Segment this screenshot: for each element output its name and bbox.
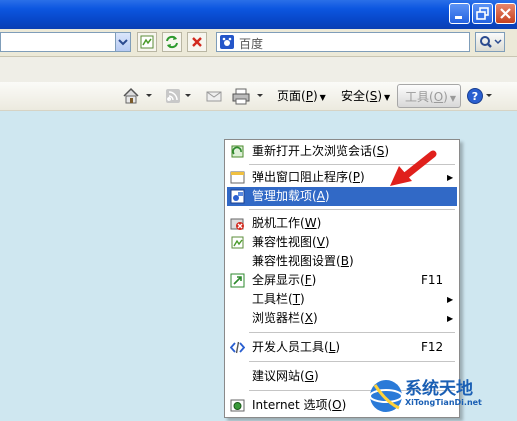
stop-icon bbox=[192, 37, 202, 47]
menu-separator bbox=[249, 332, 455, 333]
menu-item-accesskey: O bbox=[332, 398, 342, 412]
menu-item-accesskey: X bbox=[304, 311, 313, 325]
menu-item-accesskey: L bbox=[328, 340, 336, 354]
menu-item-label: 管理加载项 bbox=[252, 189, 313, 203]
submenu-arrow-icon: ▶ bbox=[447, 173, 454, 182]
printer-icon bbox=[232, 88, 263, 105]
search-input[interactable]: 百度 bbox=[216, 32, 470, 52]
chevron-down-icon: ▼ bbox=[449, 94, 456, 103]
submenu-arrow-icon: ▶ bbox=[447, 314, 454, 323]
menu-item-developer-tools[interactable]: 开发人员工具(L) F12 bbox=[227, 338, 457, 357]
menu-item-shortcut: F11 bbox=[421, 273, 444, 287]
stop-button[interactable] bbox=[187, 32, 207, 52]
close-icon bbox=[500, 8, 511, 19]
menu-item-accesskey: W bbox=[304, 216, 317, 230]
minimize-icon bbox=[455, 16, 462, 19]
globe-logo-icon bbox=[369, 380, 403, 412]
safety-menu-label: 安全 bbox=[341, 89, 366, 103]
submenu-arrow-icon: ▶ bbox=[447, 295, 454, 304]
watermark-title: 系统天地 bbox=[405, 379, 473, 399]
restore-button[interactable] bbox=[472, 3, 493, 24]
fullscreen-icon bbox=[230, 273, 245, 288]
minimize-button[interactable] bbox=[449, 3, 470, 24]
menu-item-label: 工具栏 bbox=[252, 292, 289, 306]
menu-separator bbox=[249, 361, 455, 362]
menu-item-fullscreen[interactable]: 全屏显示(F) F11 bbox=[227, 271, 457, 290]
menu-item-label: 兼容性视图 bbox=[252, 235, 313, 249]
chevron-down-icon: ▼ bbox=[384, 93, 391, 102]
close-button[interactable] bbox=[495, 3, 516, 24]
menu-item-compat-view-settings[interactable]: 兼容性视图设置(B) bbox=[227, 252, 457, 271]
address-dropdown-button[interactable] bbox=[115, 32, 131, 52]
menu-separator bbox=[249, 209, 455, 210]
menu-item-label: 重新打开上次浏览会话 bbox=[252, 144, 373, 158]
menu-item-toolbars[interactable]: 工具栏(T) ▶ bbox=[227, 290, 457, 309]
annotation-arrow-icon bbox=[390, 150, 437, 186]
chevron-down-icon bbox=[118, 39, 128, 46]
menu-item-accesskey: F bbox=[304, 273, 312, 287]
home-icon bbox=[123, 87, 152, 104]
chevron-down-icon: ▼ bbox=[319, 93, 326, 102]
menu-item-label: 脱机工作 bbox=[252, 216, 301, 230]
tools-menu-label: 工具 bbox=[405, 90, 430, 104]
compat-view-icon bbox=[231, 236, 244, 249]
compatibility-view-button[interactable] bbox=[137, 32, 157, 52]
search-button[interactable] bbox=[475, 32, 505, 52]
search-engine-label: 百度 bbox=[239, 37, 264, 51]
menu-item-work-offline[interactable]: 脱机工作(W) bbox=[227, 214, 457, 233]
menu-item-accesskey: T bbox=[292, 292, 301, 306]
safety-menu-accesskey: S bbox=[369, 89, 378, 103]
svg-text:?: ? bbox=[472, 90, 478, 103]
feeds-button[interactable] bbox=[165, 87, 193, 105]
menu-item-label: Internet 选项 bbox=[252, 398, 328, 412]
menu-item-accesskey: G bbox=[304, 369, 315, 383]
refresh-icon bbox=[166, 35, 178, 49]
compat-page-icon bbox=[140, 35, 154, 49]
rss-feed-icon bbox=[166, 89, 191, 103]
search-icon bbox=[480, 36, 502, 48]
command-bar: 页面(P) ▼ 安全(S) ▼ 工具(O) ▼ ? bbox=[0, 82, 517, 111]
title-bar bbox=[0, 0, 517, 29]
menu-item-label: 兼容性视图设置 bbox=[252, 254, 337, 268]
menu-item-label: 开发人员工具 bbox=[252, 340, 325, 354]
menu-item-compat-view[interactable]: 兼容性视图(V) bbox=[227, 233, 457, 252]
page-menu-button[interactable]: 页面(P) ▼ bbox=[277, 87, 326, 105]
page-menu-accesskey: P bbox=[305, 89, 313, 103]
menu-item-accesskey: A bbox=[316, 189, 325, 203]
popup-blocker-icon bbox=[230, 171, 245, 184]
internet-options-icon bbox=[230, 399, 245, 412]
reopen-icon bbox=[231, 145, 244, 158]
addons-icon bbox=[230, 189, 245, 204]
menu-item-label: 建议网站 bbox=[252, 369, 301, 383]
menu-item-label: 全屏显示 bbox=[252, 273, 301, 287]
watermark: 系统天地 XiTongTianDi.net bbox=[365, 372, 517, 421]
tools-menu-accesskey: O bbox=[433, 90, 444, 104]
developer-tools-icon bbox=[230, 341, 245, 354]
print-button[interactable] bbox=[232, 87, 266, 105]
menu-item-explorer-bars[interactable]: 浏览器栏(X) ▶ bbox=[227, 309, 457, 328]
menu-item-label: 浏览器栏 bbox=[252, 311, 301, 325]
home-button[interactable] bbox=[122, 87, 152, 105]
read-mail-button[interactable] bbox=[205, 87, 223, 105]
watermark-subtitle: XiTongTianDi.net bbox=[405, 398, 482, 407]
menu-item-shortcut: F12 bbox=[421, 340, 444, 354]
menu-item-accesskey: V bbox=[316, 235, 325, 249]
mail-icon bbox=[206, 91, 222, 102]
menu-item-accesskey: P bbox=[352, 170, 360, 184]
help-menu-button[interactable]: ? bbox=[466, 87, 496, 105]
page-menu-label: 页面 bbox=[277, 89, 302, 103]
favorites-bar bbox=[0, 57, 517, 82]
tools-menu-button[interactable]: 工具(O) ▼ bbox=[397, 84, 461, 108]
safety-menu-button[interactable]: 安全(S) ▼ bbox=[341, 87, 390, 105]
menu-item-accesskey: B bbox=[340, 254, 349, 268]
menu-item-label: 弹出窗口阻止程序 bbox=[252, 170, 349, 184]
address-toolbar: 百度 bbox=[0, 29, 517, 57]
help-icon: ? bbox=[467, 88, 492, 104]
address-field[interactable] bbox=[0, 32, 130, 52]
offline-icon bbox=[230, 218, 244, 230]
refresh-button[interactable] bbox=[162, 32, 182, 52]
restore-icon bbox=[476, 7, 489, 20]
baidu-icon bbox=[220, 35, 234, 49]
